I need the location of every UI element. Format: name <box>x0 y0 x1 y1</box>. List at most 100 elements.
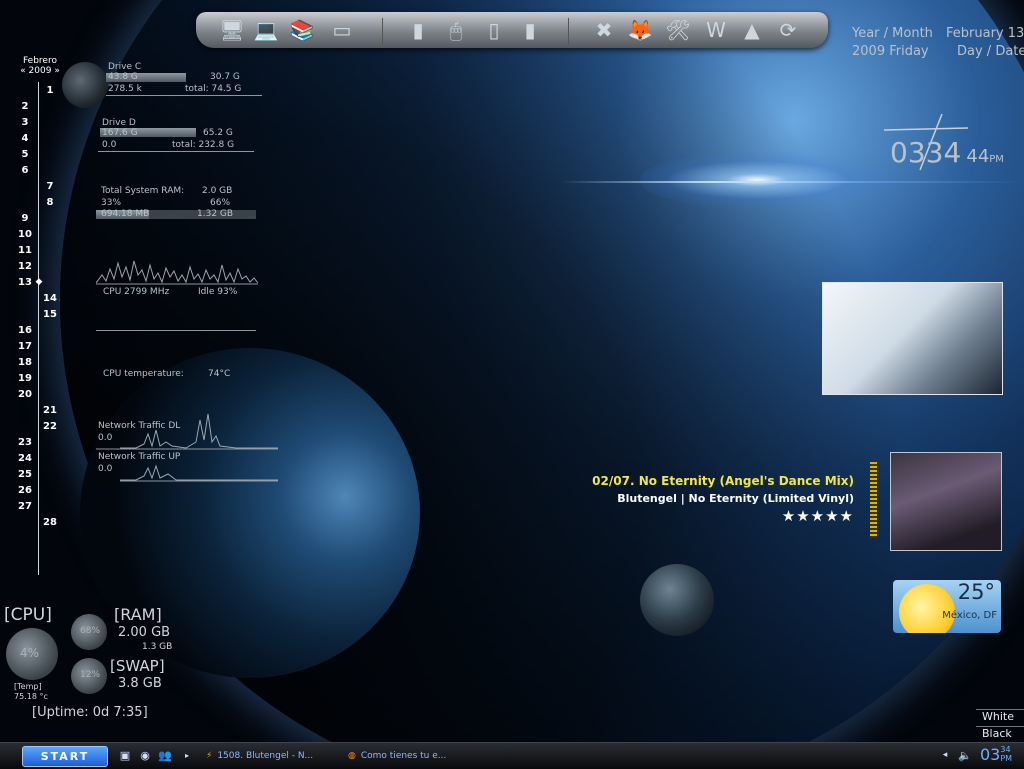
calendar-day-24[interactable]: 24 <box>17 453 33 464</box>
weather-temperature: 25° <box>957 580 995 604</box>
tray-clock-ampm: PM <box>1000 754 1013 763</box>
calendar-year: 2009 <box>28 66 52 76</box>
calendar-day-9[interactable]: 9 <box>17 213 33 224</box>
pc-tower-icon[interactable]: ▯ <box>478 14 510 46</box>
calendar-day-28[interactable]: 28 <box>42 517 58 528</box>
calendar-next-button[interactable]: » <box>54 66 60 76</box>
network-dl-value: 0.0 <box>98 433 113 443</box>
calendar-day-15[interactable]: 15 <box>42 309 58 320</box>
date-month-day: February 13 <box>946 26 1024 41</box>
mouse-tower-icon[interactable]: 🖱 <box>440 14 472 46</box>
books-icon[interactable]: 📚 <box>286 14 318 46</box>
cpu-temp-value: 74°C <box>208 369 231 379</box>
update-icon[interactable]: ⟳ <box>772 14 804 46</box>
show-desktop-icon[interactable]: ▣ <box>118 748 132 762</box>
date-year-month-label: Year / Month <box>852 26 933 41</box>
weather-widget[interactable]: 25° México, DF <box>893 580 1001 633</box>
stat-temp-label: [Temp] <box>14 682 42 691</box>
firefox-task-icon: ◍ <box>348 750 356 761</box>
stat-cpu-percent: 4% <box>20 646 40 660</box>
moon <box>640 564 714 636</box>
uptime: [Uptime: 0d 7:35] <box>32 705 148 720</box>
ram-label: Total System RAM: <box>101 186 185 196</box>
messenger-icon[interactable]: 👥 <box>158 748 172 762</box>
blade-computer-icon[interactable]: ▮ <box>402 14 434 46</box>
calendar-day-16[interactable]: 16 <box>17 325 33 336</box>
calendar-prev-button[interactable]: « <box>20 66 26 76</box>
calendar-day-12[interactable]: 12 <box>17 261 33 272</box>
theme-black-option[interactable]: Black <box>976 726 1024 740</box>
album-cover[interactable] <box>890 452 1002 551</box>
calendar-day-27[interactable]: 27 <box>17 501 33 512</box>
monitor-icon[interactable]: ▭ <box>326 14 358 46</box>
network-computer-icon[interactable]: 💻 <box>250 14 282 46</box>
volume-meter[interactable] <box>870 462 877 538</box>
calendar-day-19[interactable]: 19 <box>17 373 33 384</box>
calendar-day-1[interactable]: 1 <box>42 85 58 96</box>
sunny-icon <box>899 584 955 633</box>
calendar-day-26[interactable]: 26 <box>17 485 33 496</box>
x-app-icon[interactable]: ✖ <box>588 14 620 46</box>
date-year-weekday: 2009 Friday <box>852 44 929 59</box>
calendar-day-2[interactable]: 2 <box>17 101 33 112</box>
start-button[interactable]: START <box>22 746 108 767</box>
calendar-day-18[interactable]: 18 <box>17 357 33 368</box>
tools-icon[interactable]: 🛠 <box>662 14 694 46</box>
tray-clock[interactable]: 0334 PM <box>980 745 1012 764</box>
firefox-icon[interactable]: 🦊 <box>624 14 656 46</box>
volume-tray-icon[interactable]: 🔈 <box>958 748 972 762</box>
network-ul-label: Network Traffic UP <box>98 452 181 462</box>
tray-clock-hour: 03 <box>980 745 1001 764</box>
calendar-day-5[interactable]: 5 <box>17 149 33 160</box>
avast-icon[interactable]: ▲ <box>736 14 768 46</box>
calendar-day-23[interactable]: 23 <box>17 437 33 448</box>
calendar-day-20[interactable]: 20 <box>17 389 33 400</box>
calendar-day-7[interactable]: 7 <box>42 181 58 192</box>
stat-swap-value: 3.8 GB <box>118 676 162 691</box>
taskbar-item-firefox-label: Como tienes tu e... <box>360 750 447 761</box>
stat-ram-value: 2.00 GB <box>118 625 171 640</box>
song-artist-album: Blutengel | No Eternity (Limited Vinyl) <box>617 492 854 505</box>
ram-used-pct: 33% <box>101 198 122 208</box>
calendar-day-4[interactable]: 4 <box>17 133 33 144</box>
quicklaunch-expand-icon[interactable]: ▸ <box>180 748 194 762</box>
swap-gauge-value: 12% <box>80 670 101 680</box>
date-day-date-label: Day / Date <box>957 44 1024 59</box>
drive-c-activity: 278.5 k <box>108 84 142 94</box>
calendar-day-14[interactable]: 14 <box>42 293 58 304</box>
digital-clock: 0334 44PM <box>890 136 1004 169</box>
computer-icon[interactable]: 🖥 <box>216 14 248 46</box>
theme-white-option[interactable]: White <box>976 709 1024 723</box>
calendar-day-11[interactable]: 11 <box>17 245 33 256</box>
weather-city: México, DF <box>942 610 997 621</box>
taskbar-item-player[interactable]: ⚡ 1508. Blutengel - N... <box>206 746 342 765</box>
drive-c-label: Drive C <box>108 62 142 72</box>
calendar-day-21[interactable]: 21 <box>42 405 58 416</box>
calendar-day-3[interactable]: 3 <box>17 117 33 128</box>
song-rating[interactable]: ★★★★★ <box>782 507 854 525</box>
ram-free-pct: 66% <box>210 198 231 208</box>
calendar-day-17[interactable]: 17 <box>17 341 33 352</box>
dock-bar: 🖥 💻 📚 ▭ ▮ 🖱 ▯ ▮ ✖ 🦊 🛠 W ▲ ⟳ <box>196 12 828 48</box>
clock-hour: 03 <box>890 136 926 169</box>
network-ul-value: 0.0 <box>98 464 113 474</box>
calendar-day-22[interactable]: 22 <box>42 421 58 432</box>
blade-computer-2-icon[interactable]: ▮ <box>514 14 546 46</box>
song-title: 02/07. No Eternity (Angel's Dance Mix) <box>592 474 854 488</box>
calendar-day-25[interactable]: 25 <box>17 469 33 480</box>
artist-artwork[interactable] <box>822 282 1003 395</box>
calendar-day-10[interactable]: 10 <box>17 229 33 240</box>
media-player-icon[interactable]: ◉ <box>138 748 152 762</box>
stat-temp-value: 75.18 °c <box>14 692 48 701</box>
cpu-graph <box>96 260 258 285</box>
word-icon[interactable]: W <box>700 14 732 46</box>
taskbar-item-firefox[interactable]: ◍ Como tienes tu e... <box>348 746 480 765</box>
calendar-day-8[interactable]: 8 <box>42 197 58 208</box>
player-task-icon: ⚡ <box>206 750 213 761</box>
tray-expand-icon[interactable]: ◂ <box>938 748 952 762</box>
taskbar: START ▣ ◉ 👥 ▸ ⚡ 1508. Blutengel - N... ◍… <box>0 742 1024 769</box>
small-moon <box>62 62 108 108</box>
calendar-month: Febrero <box>23 56 57 66</box>
calendar-day-6[interactable]: 6 <box>17 165 33 176</box>
network-dl-label: Network Traffic DL <box>98 421 181 431</box>
